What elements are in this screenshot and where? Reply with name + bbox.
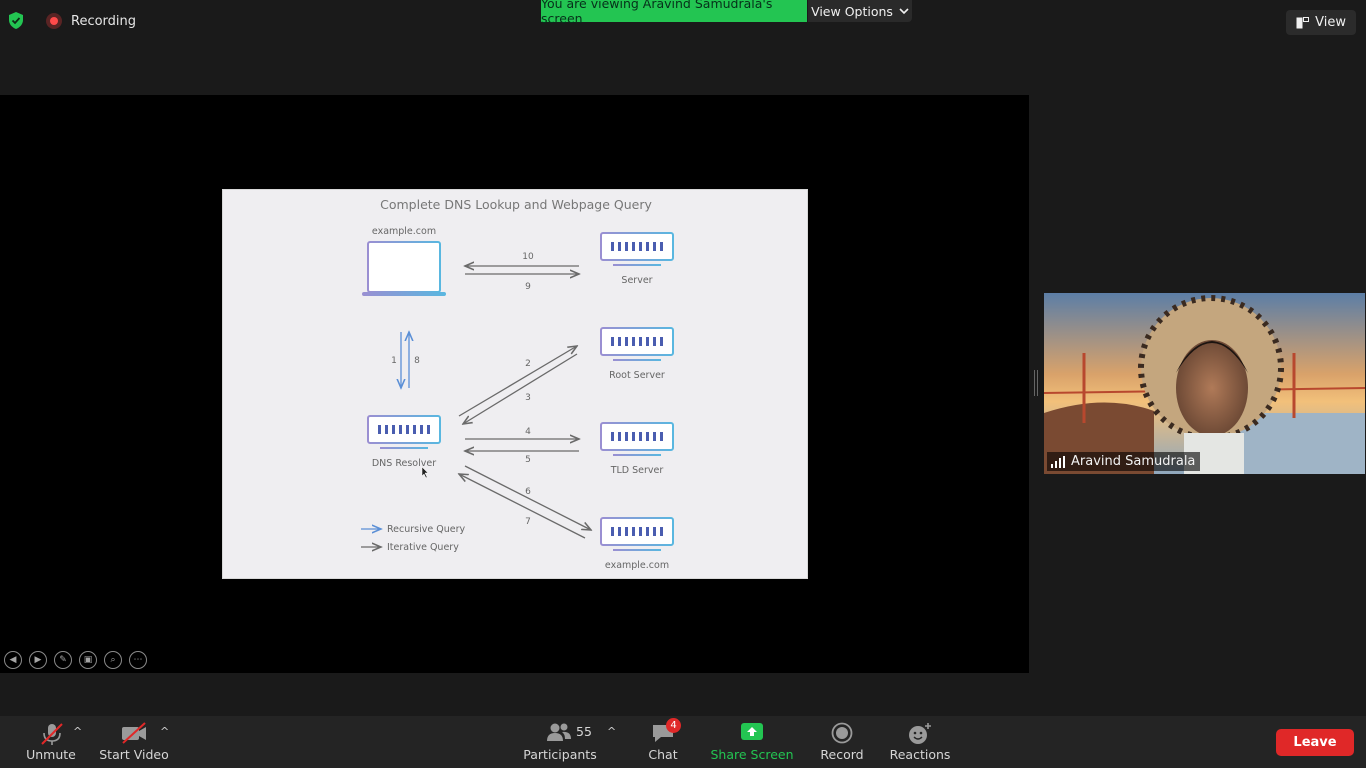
step-label-4: 4 [525,427,531,437]
legend-iterative-label: Iterative Query [387,542,459,553]
view-label: View [1315,15,1346,30]
reactions-label: Reactions [889,747,951,762]
step-label-8: 8 [414,356,420,366]
tld-server-label: TLD Server [610,465,664,476]
step-label-1: 1 [391,356,397,366]
chat-unread-badge: 4 [666,718,681,733]
record-button[interactable]: Record [814,716,870,768]
share-screen-label: Share Screen [710,747,794,762]
chat-label: Chat [648,747,678,762]
leave-button[interactable]: Leave [1276,729,1354,756]
record-icon [831,722,853,744]
participants-options-chevron-icon[interactable]: ^ [607,725,616,738]
server-label: Server [621,275,652,286]
view-options-button[interactable]: View Options [808,0,912,22]
participant-video-tile[interactable]: Aravind Samudrala [1044,293,1365,474]
zoom-icon[interactable]: ⌕ [104,651,122,669]
layout-icon [1296,16,1310,28]
share-screen-button[interactable]: Share Screen [706,716,798,768]
start-video-label: Start Video [99,747,169,762]
more-options-icon[interactable]: ⋯ [129,651,147,669]
participants-label: Participants [523,747,597,762]
client-label: example.com [372,226,436,237]
security-shield-icon[interactable] [8,12,24,29]
recording-dot-icon [46,13,62,29]
dns-diagram-slide: Complete DNS Lookup and Webpage Query ex… [222,189,808,579]
participants-button[interactable]: 55 Participants [520,716,600,768]
authoritative-server-label: example.com [605,560,669,571]
tld-server-icon [600,422,674,456]
splitter-handle[interactable] [1034,370,1038,396]
viewing-screen-banner: You are viewing Aravind Samudrala's scre… [541,0,807,26]
unmute-button[interactable]: Unmute [22,716,80,768]
step-label-9: 9 [525,282,531,292]
laptop-icon [362,241,446,296]
share-screen-icon [741,723,763,740]
zoom-meeting-window: Recording You are viewing Aravind Samudr… [0,0,1366,768]
step-label-3: 3 [525,393,531,403]
step-label-5: 5 [525,455,531,465]
step-label-10: 10 [522,252,534,262]
dns-diagram: Complete DNS Lookup and Webpage Query ex… [361,197,674,571]
dns-resolver-icon [367,415,441,449]
participants-count: 55 [576,724,592,739]
start-video-button[interactable]: Start Video [96,716,172,768]
fit-window-icon[interactable]: ▣ [79,651,97,669]
view-layout-button[interactable]: View [1286,10,1356,35]
step-label-2: 2 [525,359,531,369]
annotate-pen-icon[interactable]: ✎ [54,651,72,669]
arrow-7 [459,474,586,539]
reactions-emoji-icon [909,723,931,744]
step-label-7: 7 [525,517,531,527]
audio-options-chevron-icon[interactable]: ^ [73,725,82,738]
arrow-2 [458,346,577,417]
previous-icon[interactable]: ◀ [4,651,22,669]
shared-screen-area[interactable]: Complete DNS Lookup and Webpage Query ex… [0,95,1029,673]
chevron-down-icon [899,7,909,14]
root-server-label: Root Server [609,370,665,381]
legend-recursive-label: Recursive Query [387,524,465,535]
dns-resolver-label: DNS Resolver [372,458,436,469]
participant-name-tag: Aravind Samudrala [1047,452,1201,471]
reactions-button[interactable]: Reactions [886,716,954,768]
participant-video-feed [1044,293,1365,474]
slide-title: Complete DNS Lookup and Webpage Query [380,197,652,212]
video-options-chevron-icon[interactable]: ^ [160,725,169,738]
microphone-muted-icon [41,723,63,745]
record-label: Record [820,747,864,762]
web-server-icon [600,232,674,266]
video-camera-off-icon [122,722,146,744]
unmute-label: Unmute [26,747,76,762]
next-icon[interactable]: ▶ [29,651,47,669]
recording-indicator[interactable]: Recording [46,13,136,29]
meeting-toolbar: Unmute ^ Start Video ^ 55 Participants ^ [0,716,1366,768]
connection-signal-icon [1051,455,1065,468]
participants-icon [547,723,571,741]
root-server-icon [600,327,674,361]
recording-label: Recording [71,13,137,29]
view-options-label: View Options [811,3,893,19]
chat-button[interactable]: 4 Chat [638,716,688,768]
annotation-controls: ◀ ▶ ✎ ▣ ⌕ ⋯ [4,651,147,669]
authoritative-server-icon [600,517,674,551]
arrow-3 [463,353,578,424]
participant-name: Aravind Samudrala [1071,454,1196,469]
step-label-6: 6 [525,487,531,497]
